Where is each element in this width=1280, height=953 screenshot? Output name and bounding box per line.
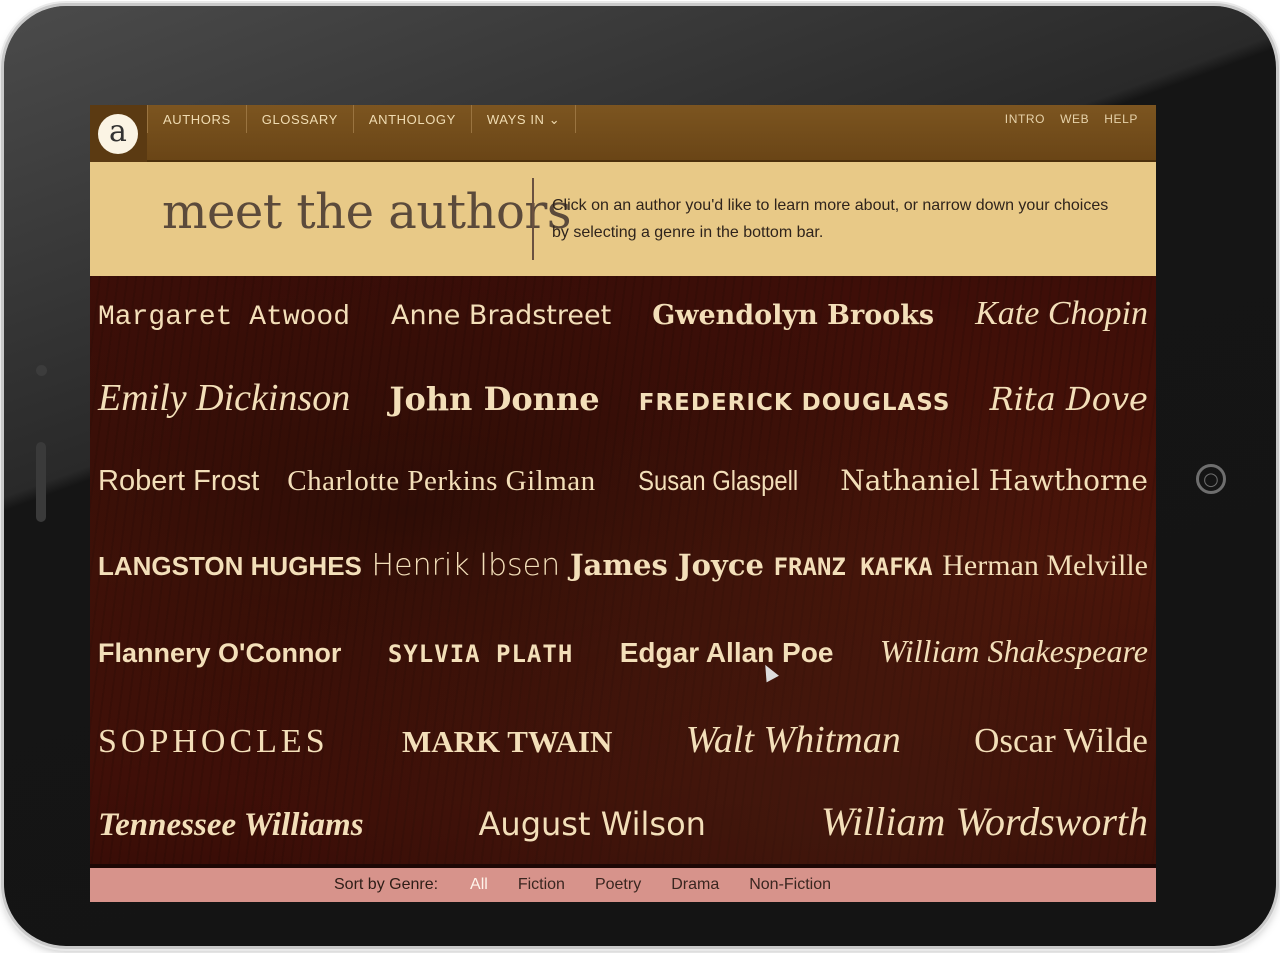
nav-ways-in[interactable]: WAYS IN ⌄ <box>472 105 577 133</box>
nav-intro[interactable]: INTRO <box>1005 105 1045 133</box>
author-william-shakespeare[interactable]: William Shakespeare <box>880 633 1148 670</box>
home-button[interactable]: ○ <box>1196 464 1226 494</box>
author-henrik-ibsen[interactable]: Henrik Ibsen <box>372 548 561 583</box>
author-john-donne[interactable]: John Donne <box>389 380 599 418</box>
author-row: Emily Dickinson John Donne FREDERICK DOU… <box>98 376 1148 420</box>
author-row: Tennessee Williams August Wilson William… <box>98 798 1148 845</box>
author-james-joyce[interactable]: James Joyce <box>570 548 764 582</box>
author-flannery-oconnor[interactable]: Flannery O'Connor <box>98 638 341 669</box>
app-logo[interactable]: a <box>98 114 138 154</box>
header-divider <box>532 178 534 260</box>
nav-help[interactable]: HELP <box>1104 105 1138 133</box>
author-anne-bradstreet[interactable]: Anne Bradstreet <box>391 300 611 331</box>
genre-label: Sort by Genre: <box>334 876 439 893</box>
author-gwendolyn-brooks[interactable]: Gwendolyn Brooks <box>652 300 934 331</box>
author-langston-hughes[interactable]: LANGSTON HUGHES <box>98 551 362 582</box>
author-mark-twain[interactable]: MARK TWAIN <box>402 724 612 760</box>
genre-bar: Sort by Genre: All Fiction Poetry Drama … <box>90 868 1156 902</box>
author-kate-chopin[interactable]: Kate Chopin <box>975 295 1148 333</box>
camera-dot <box>36 365 47 376</box>
home-icon: ○ <box>1203 468 1219 490</box>
app-screen: a AUTHORS GLOSSARY ANTHOLOGY WAYS IN ⌄ I… <box>90 105 1156 902</box>
author-franz-kafka[interactable]: FRANZ KAFKA <box>774 553 933 581</box>
nav-right: INTRO WEB HELP <box>1005 105 1138 133</box>
author-sylvia-plath[interactable]: SYLVIA PLATH <box>388 640 573 668</box>
author-tennessee-williams[interactable]: Tennessee Williams <box>98 807 364 844</box>
author-oscar-wilde[interactable]: Oscar Wilde <box>974 721 1148 761</box>
nav-authors[interactable]: AUTHORS <box>147 105 247 133</box>
genre-non-fiction[interactable]: Non-Fiction <box>749 876 831 894</box>
nav-links: AUTHORS GLOSSARY ANTHOLOGY WAYS IN ⌄ <box>147 105 577 133</box>
author-row: SOPHOCLES MARK TWAIN Walt Whitman Oscar … <box>98 718 1148 762</box>
author-nathaniel-hawthorne[interactable]: Nathaniel Hawthorne <box>840 464 1148 497</box>
nav-glossary[interactable]: GLOSSARY <box>247 105 354 133</box>
author-august-wilson[interactable]: August Wilson <box>479 805 706 843</box>
tablet-frame: ○ a AUTHORS GLOSSARY ANTHOLOGY WAYS IN ⌄… <box>4 6 1276 946</box>
nav-web[interactable]: WEB <box>1060 105 1089 133</box>
top-nav: a AUTHORS GLOSSARY ANTHOLOGY WAYS IN ⌄ I… <box>90 105 1156 162</box>
author-frederick-douglass[interactable]: FREDERICK DOUGLASS <box>639 390 951 416</box>
genre-drama[interactable]: Drama <box>671 876 719 894</box>
logo-box: a <box>90 105 147 162</box>
genre-poetry[interactable]: Poetry <box>595 876 641 894</box>
author-william-wordsworth[interactable]: William Wordsworth <box>821 798 1148 845</box>
author-emily-dickinson[interactable]: Emily Dickinson <box>98 376 350 420</box>
page-title: meet the authors <box>162 184 571 240</box>
nav-anthology[interactable]: ANTHOLOGY <box>354 105 472 133</box>
header-description: Click on an author you'd like to learn m… <box>552 197 1109 241</box>
author-edgar-allan-poe[interactable]: Edgar Allan Poe <box>620 637 834 669</box>
author-row: LANGSTON HUGHES Henrik Ibsen James Joyce… <box>98 548 1148 583</box>
side-slot <box>36 442 46 522</box>
author-herman-melville[interactable]: Herman Melville <box>942 549 1148 583</box>
author-row: Flannery O'Connor SYLVIA PLATH Edgar All… <box>98 633 1148 670</box>
author-row: Margaret Atwood Anne Bradstreet Gwendoly… <box>98 295 1148 333</box>
author-grid: Margaret Atwood Anne Bradstreet Gwendoly… <box>90 276 1156 864</box>
author-sophocles[interactable]: SOPHOCLES <box>98 723 329 761</box>
page-header: meet the authors Click on an author you'… <box>90 162 1156 276</box>
author-row: Robert Frost Charlotte Perkins Gilman Su… <box>98 464 1148 498</box>
author-robert-frost[interactable]: Robert Frost <box>98 465 259 498</box>
author-margaret-atwood[interactable]: Margaret Atwood <box>98 302 350 333</box>
author-rita-dove[interactable]: Rita Dove <box>990 380 1148 418</box>
genre-all[interactable]: All <box>470 876 488 894</box>
author-walt-whitman[interactable]: Walt Whitman <box>686 718 901 762</box>
genre-fiction[interactable]: Fiction <box>518 876 565 894</box>
author-charlotte-perkins-gilman[interactable]: Charlotte Perkins Gilman <box>287 465 595 498</box>
author-susan-glaspell[interactable]: Susan Glaspell <box>638 465 798 497</box>
